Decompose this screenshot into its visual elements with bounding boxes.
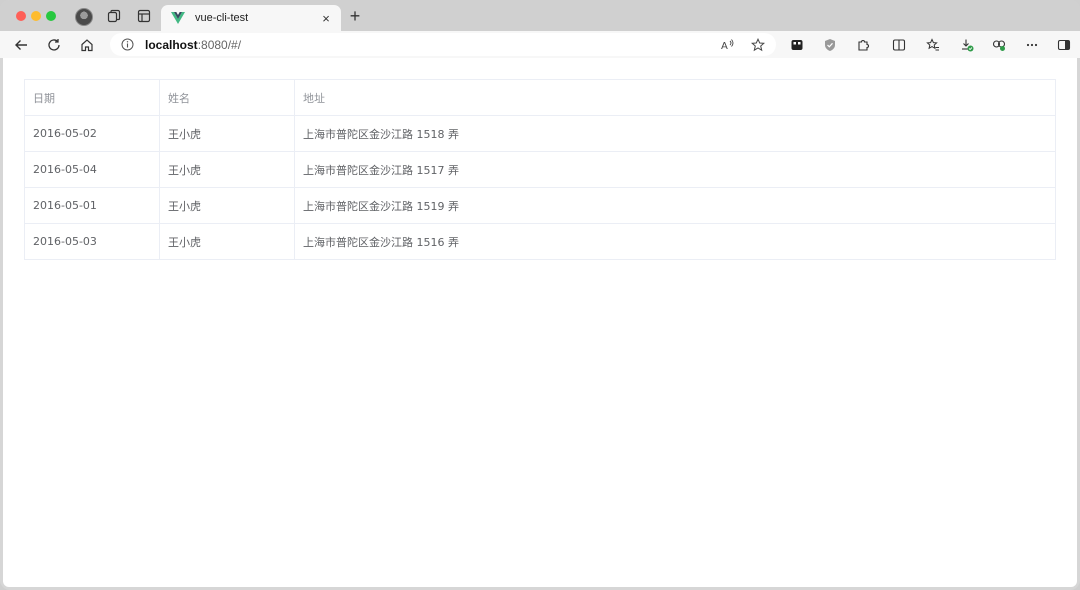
close-tab-icon[interactable]: × (319, 11, 333, 26)
info-icon[interactable] (121, 38, 134, 51)
vue-logo-icon (171, 12, 185, 24)
cell-address: 上海市普陀区金沙江路 1519 弄 (294, 187, 1056, 224)
puzzle-icon[interactable] (854, 36, 872, 54)
browser-window: vue-cli-test × + localhost:8080/#/ A 日期 … (0, 0, 1080, 590)
column-header-name[interactable]: 姓名 (159, 79, 295, 116)
tab-strip: vue-cli-test × + (0, 0, 1080, 31)
browser-toolbar: localhost:8080/#/ A (0, 31, 1080, 58)
table-header-row: 日期 姓名 地址 (24, 79, 1056, 116)
table-row[interactable]: 2016-05-02 王小虎 上海市普陀区金沙江路 1518 弄 (24, 115, 1056, 152)
tab-vue-cli-test[interactable]: vue-cli-test × (161, 5, 341, 31)
data-table: 日期 姓名 地址 2016-05-02 王小虎 上海市普陀区金沙江路 1518 … (24, 79, 1056, 260)
cell-date: 2016-05-02 (24, 115, 160, 152)
column-header-address[interactable]: 地址 (294, 79, 1056, 116)
cell-name: 王小虎 (159, 223, 295, 260)
cell-date: 2016-05-03 (24, 223, 160, 260)
svg-text:A: A (721, 41, 728, 52)
maximize-window-button[interactable] (46, 11, 56, 21)
profile-avatar[interactable] (75, 8, 93, 26)
page-content: 日期 姓名 地址 2016-05-02 王小虎 上海市普陀区金沙江路 1518 … (3, 58, 1077, 587)
more-icon[interactable] (1023, 36, 1041, 54)
cell-name: 王小虎 (159, 151, 295, 188)
cell-address: 上海市普陀区金沙江路 1517 弄 (294, 151, 1056, 188)
column-header-date[interactable]: 日期 (24, 79, 160, 116)
star-icon[interactable] (750, 37, 765, 52)
collections-icon[interactable] (106, 8, 122, 24)
cell-name: 王小虎 (159, 187, 295, 224)
tab-title: vue-cli-test (195, 12, 249, 24)
sidebar-icon[interactable] (1055, 36, 1073, 54)
arrow-left-icon[interactable] (12, 36, 30, 54)
table-row[interactable]: 2016-05-04 王小虎 上海市普陀区金沙江路 1517 弄 (24, 151, 1056, 188)
address-bar[interactable]: localhost:8080/#/ A (110, 33, 776, 56)
url-path: :8080/#/ (197, 38, 242, 52)
close-window-button[interactable] (16, 11, 26, 21)
shield-icon[interactable] (821, 36, 839, 54)
table-row[interactable]: 2016-05-01 王小虎 上海市普陀区金沙江路 1519 弄 (24, 187, 1056, 224)
home-icon[interactable] (78, 36, 96, 54)
reload-icon[interactable] (45, 36, 63, 54)
cell-address: 上海市普陀区金沙江路 1516 弄 (294, 223, 1056, 260)
split-screen-icon[interactable] (890, 36, 908, 54)
table-row[interactable]: 2016-05-03 王小虎 上海市普陀区金沙江路 1516 弄 (24, 223, 1056, 260)
extension-app-icon[interactable] (788, 36, 806, 54)
cell-date: 2016-05-01 (24, 187, 160, 224)
minimize-window-button[interactable] (31, 11, 41, 21)
vertical-tabs-icon[interactable] (136, 8, 152, 24)
cell-name: 王小虎 (159, 115, 295, 152)
url-host: localhost (145, 38, 198, 52)
cell-address: 上海市普陀区金沙江路 1518 弄 (294, 115, 1056, 152)
read-aloud-icon[interactable]: A (720, 37, 735, 52)
cell-date: 2016-05-04 (24, 151, 160, 188)
url-text: localhost:8080/#/ (145, 38, 241, 52)
performance-icon[interactable] (990, 36, 1008, 54)
downloads-icon[interactable] (958, 36, 976, 54)
new-tab-button[interactable]: + (346, 7, 364, 25)
favorites-icon[interactable] (924, 36, 942, 54)
